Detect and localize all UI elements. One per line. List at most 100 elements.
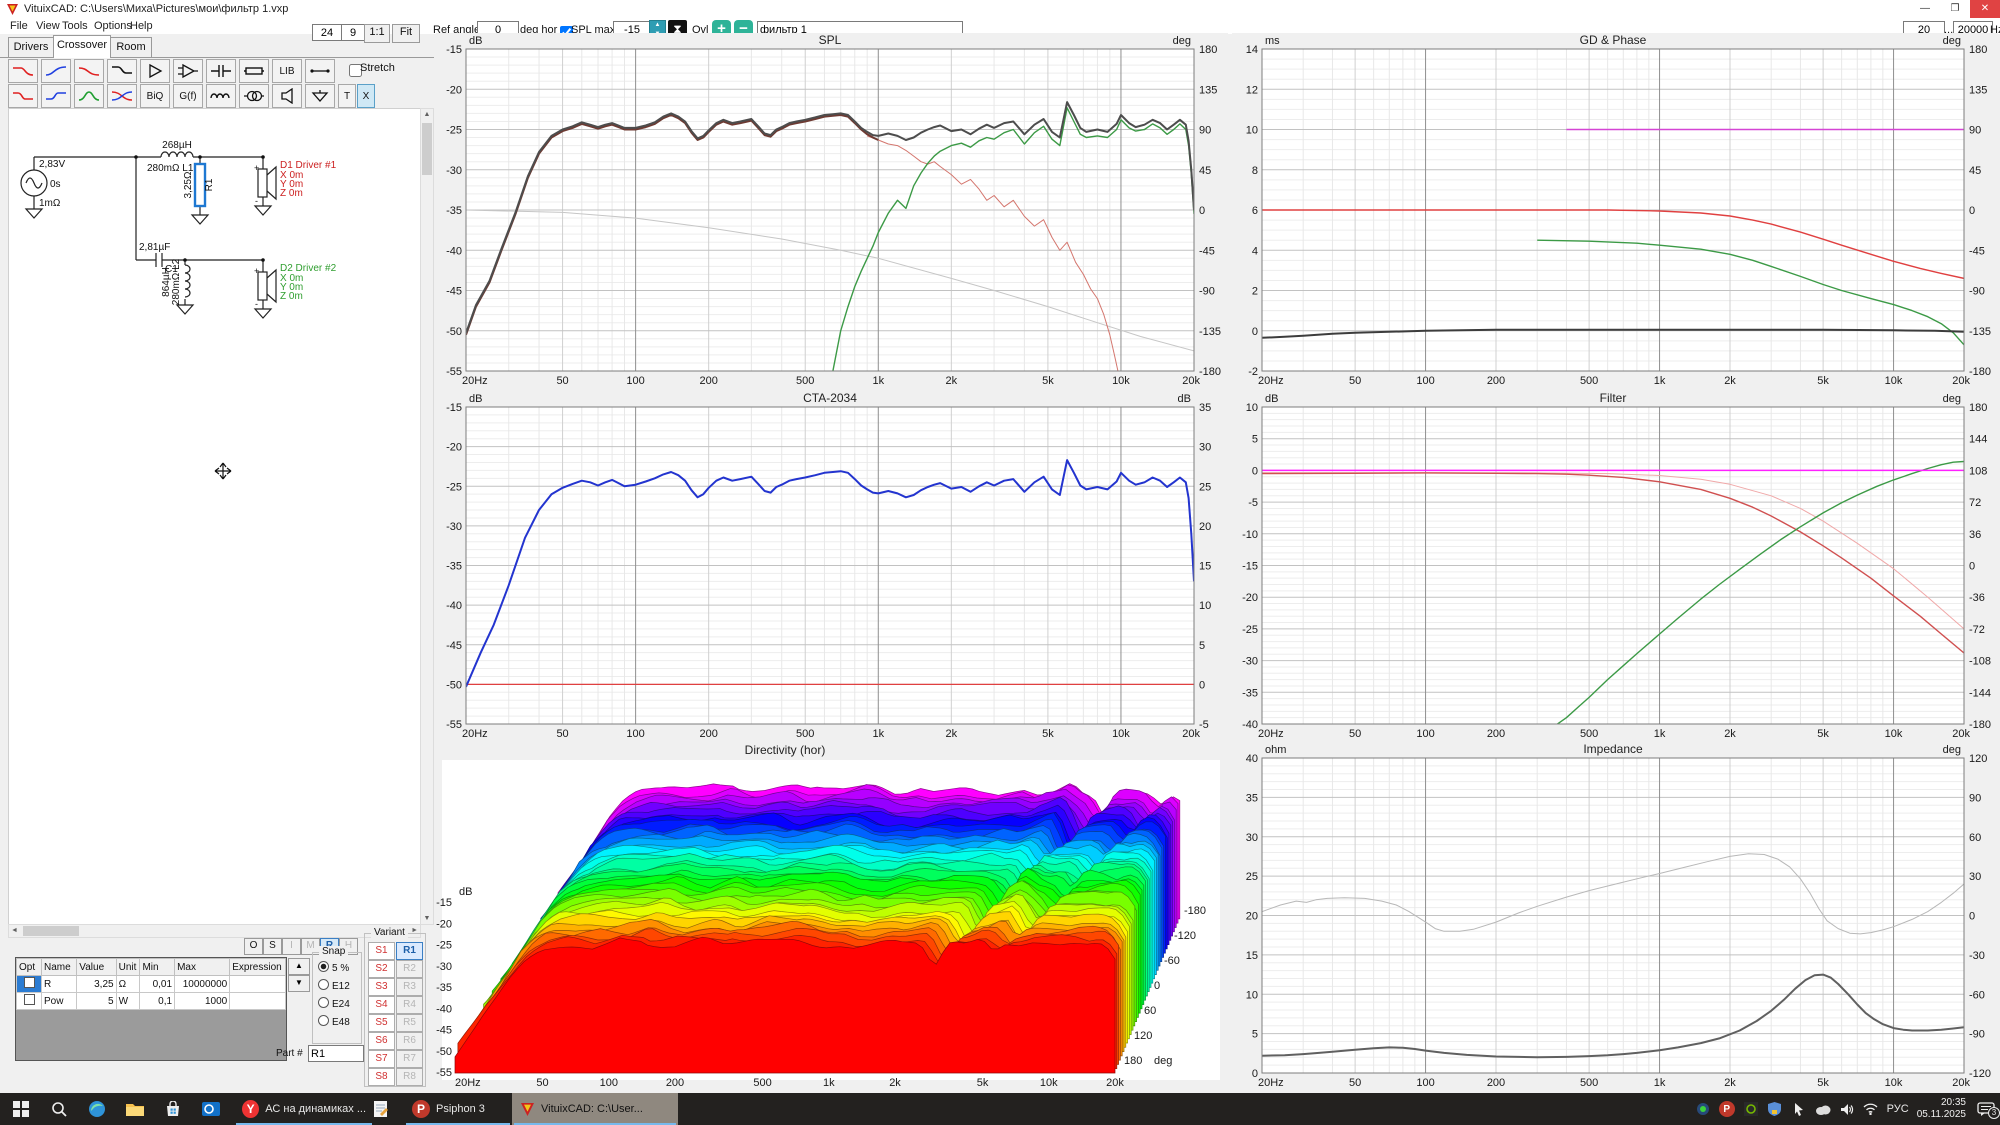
variant-s7[interactable]: S7 — [368, 1050, 395, 1068]
notification-center-icon[interactable]: 3 — [1974, 1101, 1998, 1117]
file-explorer-icon[interactable] — [120, 1097, 150, 1121]
tool-shelf-button[interactable] — [107, 59, 137, 83]
tool-resistor-button[interactable] — [239, 59, 269, 83]
mode-open-button[interactable]: O — [244, 938, 263, 955]
tool-driver-button[interactable] — [272, 84, 302, 108]
schematic-canvas[interactable]: 2,83V 0s 1mΩ 268µH 280mΩ L1 3,25Ω R1 2,8… — [8, 108, 421, 925]
tool-ground-button[interactable] — [305, 84, 335, 108]
microsoft-store-icon[interactable] — [158, 1097, 188, 1121]
part-number-input[interactable] — [308, 1045, 364, 1062]
variant-s3[interactable]: S3 — [368, 978, 395, 996]
variant-s2[interactable]: S2 — [368, 960, 395, 978]
tool-inductor-button[interactable] — [206, 84, 236, 108]
menu-tools[interactable]: Tools — [58, 19, 92, 33]
row-down-button[interactable]: ▼ — [288, 975, 310, 992]
tool-text-button[interactable]: T — [338, 84, 356, 108]
svg-text:120: 120 — [1134, 1030, 1152, 1042]
cell-min[interactable]: 0,1 — [140, 993, 175, 1010]
edge-browser-icon[interactable] — [82, 1097, 112, 1121]
variant-s5[interactable]: S5 — [368, 1014, 395, 1032]
tool-capacitor-button[interactable] — [206, 59, 236, 83]
grid-cols-input[interactable] — [312, 24, 342, 41]
tool-highpass-button[interactable] — [41, 59, 71, 83]
tool-transformer-button[interactable] — [239, 84, 269, 108]
tray-defender-icon[interactable] — [1767, 1101, 1783, 1117]
variant-s6[interactable]: S6 — [368, 1032, 395, 1050]
cell-unit[interactable]: W — [116, 993, 140, 1010]
tool-gain-function-button[interactable]: G(f) — [173, 84, 203, 108]
cell-max[interactable]: 1000 — [175, 993, 230, 1010]
zoom-1to1-button[interactable]: 1:1 — [364, 24, 390, 43]
tool-opamp-button[interactable] — [173, 59, 203, 83]
variant-r1[interactable]: R1 — [396, 942, 423, 960]
variant-s1[interactable]: S1 — [368, 942, 395, 960]
svg-text:-60: -60 — [1969, 989, 1985, 1001]
snap-5pct-radio[interactable]: 5 % — [318, 961, 349, 974]
outlook-icon[interactable] — [196, 1097, 226, 1121]
tool-biquad-button[interactable]: BiQ — [140, 84, 170, 108]
tray-wifi-icon[interactable] — [1863, 1101, 1879, 1117]
cell-value[interactable]: 5 — [77, 993, 116, 1010]
taskbar-psiphon-app[interactable]: P Psiphon 3 — [404, 1093, 512, 1125]
cell-expression[interactable] — [230, 993, 286, 1010]
tab-crossover[interactable]: Crossover — [53, 35, 111, 58]
table-row[interactable]: Pow 5 W 0,1 1000 — [17, 993, 286, 1010]
menu-help[interactable]: Help — [126, 19, 157, 33]
tool-wire-button[interactable] — [305, 59, 335, 83]
snap-e48-radio[interactable]: E48 — [318, 1015, 350, 1028]
cell-name[interactable]: R — [42, 976, 77, 993]
svg-text:5k: 5k — [1042, 728, 1054, 740]
taskbar-vituixcad-app[interactable]: VituixCAD: C:\User... — [512, 1093, 678, 1125]
tool-delete-button[interactable]: X — [357, 84, 375, 108]
tool-lowshelf-button[interactable] — [8, 84, 38, 108]
svg-text:deg: deg — [1943, 393, 1961, 405]
zoom-fit-button[interactable]: Fit — [392, 24, 420, 43]
tool-lowpass-button[interactable] — [8, 59, 38, 83]
tool-buffer-button[interactable] — [140, 59, 170, 83]
search-icon[interactable] — [44, 1097, 74, 1121]
cell-expression[interactable] — [230, 976, 286, 993]
notepad-icon[interactable] — [366, 1097, 396, 1121]
tray-clock[interactable]: 20:35 05.11.2025 — [1917, 1097, 1966, 1121]
tray-onedrive-icon[interactable] — [1815, 1101, 1831, 1117]
cell-unit[interactable]: Ω — [116, 976, 140, 993]
opt-checkbox-pow[interactable] — [17, 993, 42, 1010]
tray-psiphon-status-icon[interactable] — [1695, 1101, 1711, 1117]
tool-library-button[interactable]: LIB — [272, 59, 302, 83]
grid-rows-input[interactable] — [341, 24, 365, 41]
svg-text:-40: -40 — [446, 600, 462, 612]
menu-file[interactable]: File — [6, 19, 32, 33]
opt-checkbox-r[interactable] — [17, 976, 42, 993]
minimize-button[interactable]: — — [1910, 0, 1940, 18]
cell-min[interactable]: 0,01 — [140, 976, 175, 993]
snap-e12-radio[interactable]: E12 — [318, 979, 350, 992]
tray-psiphon-icon[interactable]: P — [1719, 1101, 1735, 1117]
taskbar-yandex-app[interactable]: Y АС на динамиках ... — [234, 1093, 374, 1125]
schematic-vscrollbar[interactable]: ▲ ▼ — [420, 108, 434, 925]
variant-s8[interactable]: S8 — [368, 1068, 395, 1086]
cell-value[interactable]: 3,25 — [77, 976, 116, 993]
maximize-button[interactable]: ❐ — [1940, 0, 1970, 18]
tool-lowpass2-button[interactable] — [74, 59, 104, 83]
svg-text:12: 12 — [1246, 84, 1258, 96]
snap-e24-radio[interactable]: E24 — [318, 997, 350, 1010]
cell-name[interactable]: Pow — [42, 993, 77, 1010]
tab-drivers[interactable]: Drivers — [8, 37, 54, 58]
tool-peak-button[interactable] — [74, 84, 104, 108]
tray-language[interactable]: РУС — [1887, 1103, 1909, 1115]
cell-max[interactable]: 10000000 — [175, 976, 230, 993]
table-row[interactable]: R 3,25 Ω 0,01 10000000 — [17, 976, 286, 993]
tray-volume-icon[interactable] — [1839, 1101, 1855, 1117]
start-button-icon[interactable] — [6, 1097, 36, 1121]
tray-cursor-icon[interactable] — [1791, 1101, 1807, 1117]
tool-highshelf-button[interactable] — [41, 84, 71, 108]
variant-s4[interactable]: S4 — [368, 996, 395, 1014]
row-up-button[interactable]: ▲ — [288, 958, 310, 975]
tray-nvidia-icon[interactable] — [1743, 1101, 1759, 1117]
tool-crossover-button[interactable] — [107, 84, 137, 108]
close-button[interactable]: ✕ — [1970, 0, 2000, 18]
schematic-hscrollbar[interactable]: ◄ ► — [8, 924, 421, 938]
tab-room[interactable]: Room — [110, 37, 152, 58]
mode-short-button[interactable]: S — [263, 938, 282, 955]
d1-minus-sign: - — [255, 196, 258, 206]
